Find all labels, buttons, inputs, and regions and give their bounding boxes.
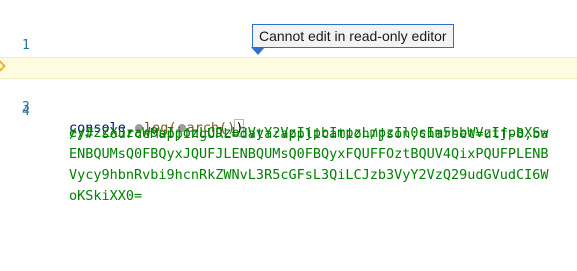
breakpoint-arrow-icon[interactable] bbox=[0, 60, 6, 72]
source-map-comment-row-5: oKSkiXX0= bbox=[69, 188, 143, 204]
code-line-4-wrap-4[interactable]: oKSkiXX0= bbox=[0, 163, 577, 204]
tooltip-arrow bbox=[251, 47, 265, 55]
code-line-4[interactable]: 4 //# sourceMappingURL=data:application/… bbox=[0, 79, 577, 142]
code-line-4-wrap-2[interactable]: ENBQUMsQ0FBQyxJQUFJLENBQUMsQ0FBQyxFQUFFO… bbox=[0, 121, 577, 162]
code-line-4-wrap-3[interactable]: Vycy9hbnRvbi9hcnRkZWNvL3R5cGFsL3QiLCJzb3… bbox=[0, 142, 577, 183]
code-line-3[interactable]: 3 console. log(arch()) bbox=[0, 57, 577, 137]
read-only-tooltip: Cannot edit in read-only editor bbox=[252, 24, 454, 48]
code-editor[interactable]: 1 const { arch } = requi 2 3 console.log… bbox=[0, 0, 577, 271]
code-line-4-wrap-1[interactable]: eyJ2ZXJzaW9uIjozLCJzb3VyY2VzIjpbImpzLmpz… bbox=[0, 100, 577, 141]
